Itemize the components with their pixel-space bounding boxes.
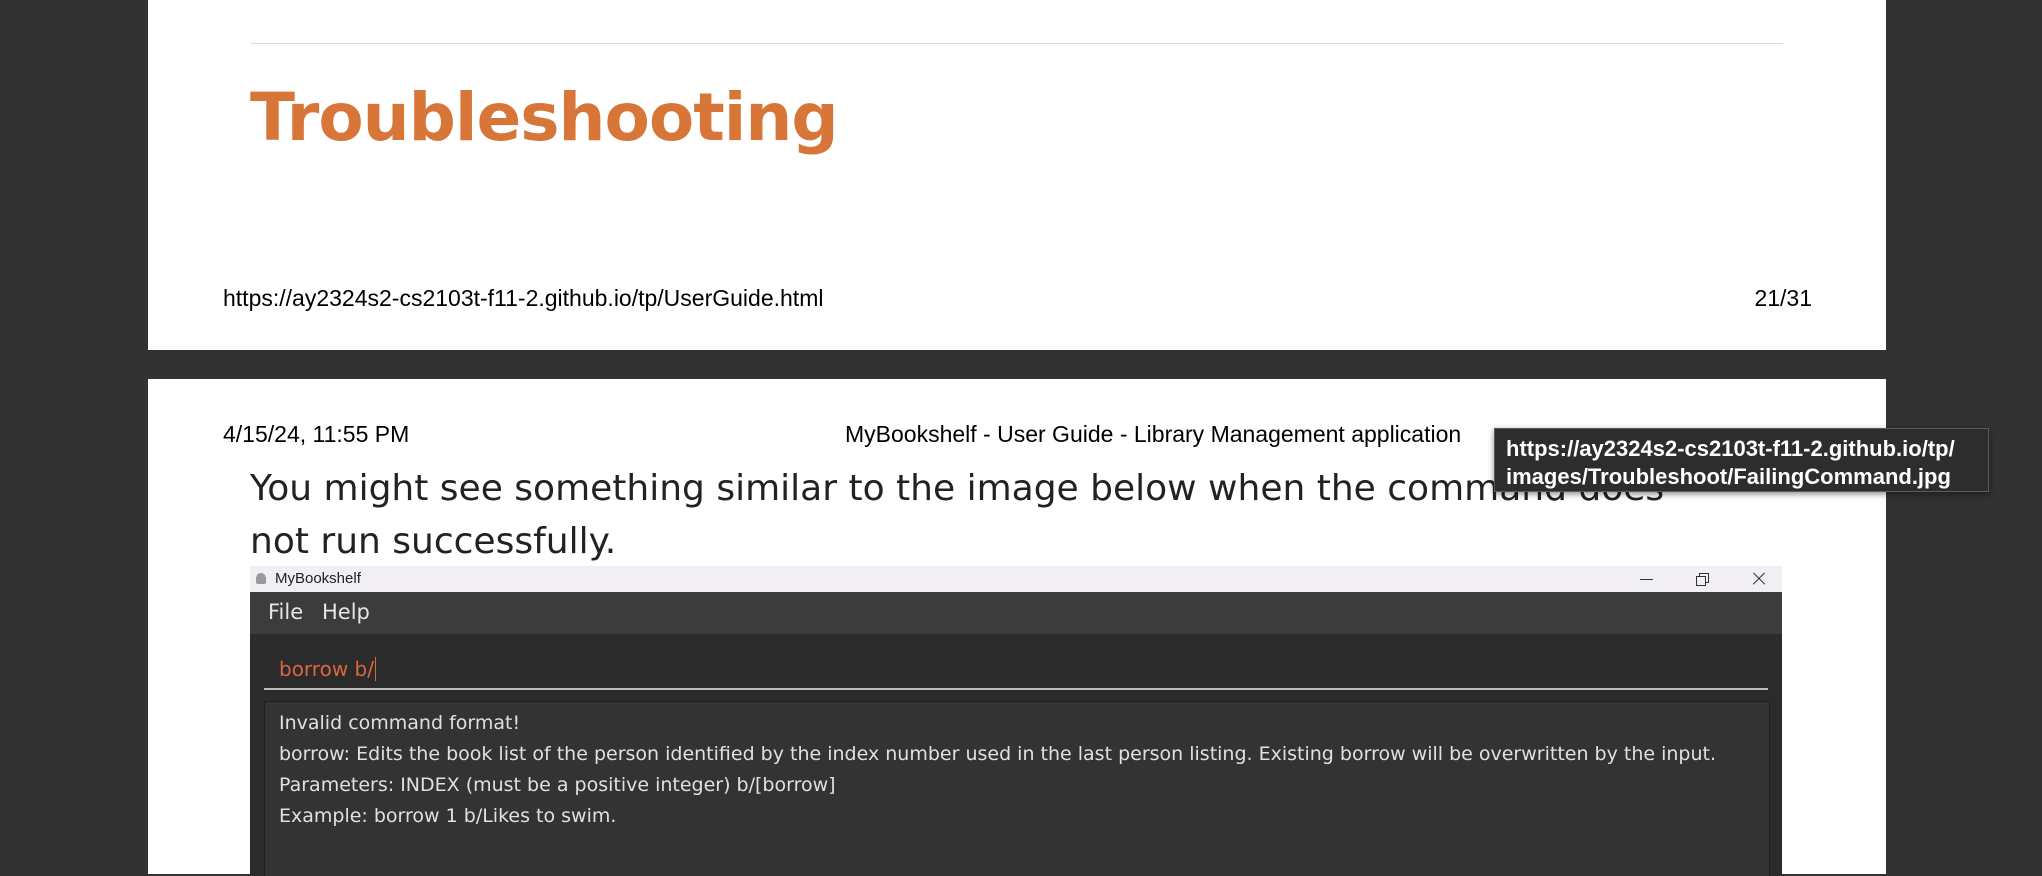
text-caret [374, 657, 377, 681]
page-footer-url: https://ay2324s2-cs2103t-f11-2.github.io… [223, 285, 824, 311]
app-logo-icon [256, 573, 266, 584]
page-header-title: MyBookshelf - User Guide - Library Manag… [845, 421, 1462, 447]
page-number: 21/31 [1754, 285, 1812, 311]
app-title-bar: MyBookshelf [250, 566, 1782, 592]
result-line: Invalid command format! [279, 712, 521, 734]
tooltip-line-2: images/Troubleshoot/FailingCommand.jpg [1506, 464, 1951, 489]
result-line: Parameters: INDEX (must be a positive in… [279, 774, 836, 796]
restore-icon [1680, 566, 1724, 592]
minimize-icon [1624, 566, 1668, 592]
result-line: borrow: Edits the book list of the perso… [279, 743, 1717, 765]
command-box: borrow b/ [264, 649, 1768, 690]
app-window-title: MyBookshelf [275, 570, 361, 587]
horizontal-rule [251, 43, 1783, 44]
close-icon [1736, 566, 1780, 592]
section-heading: Troubleshooting [250, 79, 839, 156]
menu-help: Help [322, 600, 370, 624]
menu-file: File [268, 600, 304, 624]
body-paragraph: You might see something similar to the i… [250, 468, 1665, 562]
app-menu-bar: File Help [250, 592, 1782, 635]
tooltip-line-1: https://ay2324s2-cs2103t-f11-2.github.io… [1506, 436, 1955, 461]
command-input-text: borrow b/ [279, 657, 377, 681]
page-header-date: 4/15/24, 11:55 PM [223, 421, 410, 447]
result-display: Invalid command format! borrow: Edits th… [264, 701, 1770, 876]
pdf-page-21: Troubleshooting https://ay2324s2-cs2103t… [148, 0, 1886, 350]
failing-command-screenshot[interactable]: MyBookshelf File Help borrow b/ Invalid … [250, 566, 1782, 876]
link-tooltip: https://ay2324s2-cs2103t-f11-2.github.io… [1494, 428, 1989, 492]
result-line: Example: borrow 1 b/Likes to swim. [279, 805, 617, 827]
